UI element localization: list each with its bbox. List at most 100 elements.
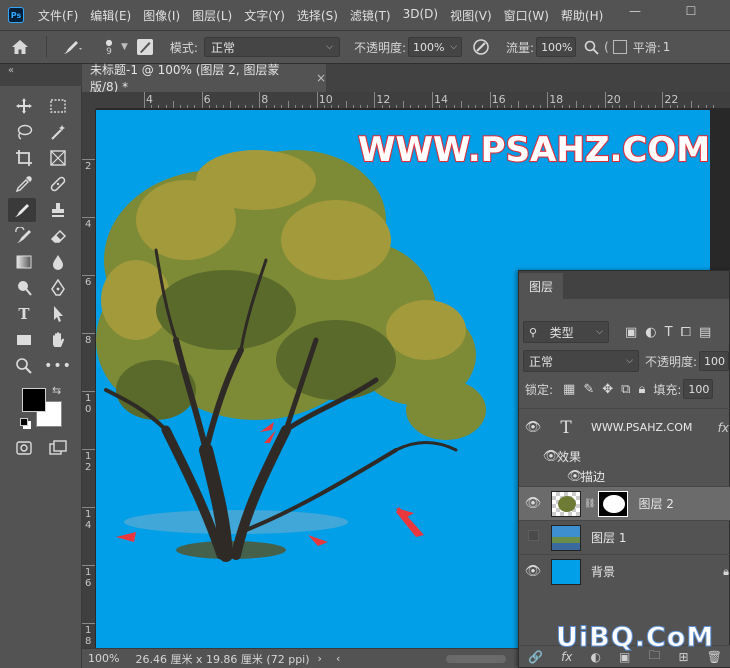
layer-filter-row: ⚲ 类型 ⌵ ▣ ◐ T ⧠ ▤ bbox=[523, 321, 730, 343]
opacity-field[interactable]: 100% ⌵ bbox=[408, 37, 463, 57]
magic-wand-icon[interactable] bbox=[44, 120, 72, 144]
visibility-toggle-empty[interactable] bbox=[519, 530, 547, 545]
visibility-eye-icon[interactable]: 👁︎ bbox=[519, 564, 547, 579]
mode-select[interactable]: 正常 ⌵ bbox=[203, 37, 340, 57]
menu-edit[interactable]: 编辑(E) bbox=[90, 7, 131, 24]
menu-file[interactable]: 文件(F) bbox=[38, 7, 78, 24]
layer-mask-thumbnail[interactable] bbox=[598, 490, 629, 517]
layer-row-background[interactable]: 👁︎ 背景 🔒︎ bbox=[519, 554, 730, 588]
menu-filter[interactable]: 滤镜(T) bbox=[350, 7, 391, 24]
healing-brush-icon[interactable] bbox=[44, 172, 72, 196]
blend-mode-select[interactable]: 正常 ⌵ bbox=[523, 350, 639, 372]
document-tab[interactable]: 未标题-1 @ 100% (图层 2, 图层蒙版/8) * × bbox=[82, 63, 326, 94]
filter-adjustment-icon[interactable]: ◐ bbox=[645, 325, 656, 340]
close-tab-icon[interactable]: × bbox=[316, 71, 326, 85]
hand-tool-icon[interactable] bbox=[44, 328, 72, 352]
layer-row-text[interactable]: 👁︎ T WWW.PSAHZ.COM fx bbox=[519, 408, 730, 446]
marquee-tool-icon[interactable] bbox=[44, 94, 72, 118]
menu-3d[interactable]: 3D(D) bbox=[403, 7, 438, 24]
layer-effect-stroke-row[interactable]: 👁︎ 描边 bbox=[519, 466, 730, 486]
ruler-label: 8 bbox=[85, 335, 92, 346]
menu-select[interactable]: 选择(S) bbox=[297, 7, 338, 24]
smoothing-box-icon[interactable] bbox=[612, 40, 627, 54]
fill-field[interactable]: 100 bbox=[683, 379, 714, 399]
quick-mask-icon[interactable] bbox=[10, 436, 38, 460]
mode-value: 正常 bbox=[210, 40, 235, 55]
maximize-button[interactable]: ☐ bbox=[676, 0, 706, 22]
rectangle-tool-icon[interactable] bbox=[10, 328, 38, 352]
filter-pixel-icon[interactable]: ▣ bbox=[625, 325, 637, 340]
menu-window[interactable]: 窗口(W) bbox=[504, 7, 549, 24]
flow-field[interactable]: 100% bbox=[536, 37, 577, 57]
horizontal-ruler[interactable]: 4 6 8 10 12 14 16 18 20 22 bbox=[96, 92, 730, 109]
tab-layers[interactable]: 图层 bbox=[519, 273, 564, 299]
filter-type-icon[interactable]: T bbox=[665, 325, 673, 340]
vertical-ruler[interactable]: 2 4 6 8 1 0 1 2 1 4 1 6 1 8 bbox=[82, 109, 96, 648]
layer-row-layer2[interactable]: 👁︎ ⛓ 图层 2 bbox=[519, 486, 730, 520]
zoom-level[interactable]: 100% bbox=[88, 652, 119, 665]
layer-effects-row[interactable]: 👁︎ 效果 bbox=[519, 446, 730, 466]
chevron-down-icon[interactable]: ▼ bbox=[121, 42, 128, 52]
ruler-minor-tick bbox=[460, 101, 462, 108]
blur-tool-icon[interactable] bbox=[44, 250, 72, 274]
pressure-opacity-icon[interactable] bbox=[466, 38, 496, 56]
layer-name: 图层 2 bbox=[638, 497, 674, 511]
history-brush-icon[interactable] bbox=[10, 224, 38, 248]
home-icon[interactable] bbox=[0, 39, 40, 55]
photoshop-logo[interactable]: Ps bbox=[8, 7, 24, 23]
clone-stamp-icon[interactable] bbox=[44, 198, 72, 222]
airbrush-icon[interactable]: ( bbox=[604, 40, 609, 54]
link-icon[interactable]: ⛓ bbox=[584, 499, 595, 509]
layer-filter-select[interactable]: ⚲ 类型 ⌵ bbox=[523, 321, 609, 343]
menu-type[interactable]: 文字(Y) bbox=[244, 7, 285, 24]
menu-layer[interactable]: 图层(L) bbox=[192, 7, 232, 24]
lasso-tool-icon[interactable] bbox=[10, 120, 38, 144]
link-layers-icon[interactable]: 🔗 bbox=[528, 650, 543, 664]
gradient-tool-icon[interactable] bbox=[10, 250, 38, 274]
type-tool-icon[interactable]: T bbox=[10, 302, 38, 326]
status-menu-arrow[interactable]: › bbox=[318, 652, 322, 665]
eraser-icon[interactable] bbox=[44, 224, 72, 248]
visibility-eye-icon[interactable]: 👁︎ bbox=[519, 496, 547, 511]
default-colors-icon[interactable] bbox=[20, 418, 28, 426]
foreground-color-swatch[interactable] bbox=[22, 388, 46, 412]
swap-colors-icon[interactable]: ⇆ bbox=[52, 384, 61, 397]
brush-settings-icon[interactable] bbox=[128, 38, 162, 56]
lock-pixels-icon[interactable]: ✎ bbox=[583, 382, 594, 397]
toolbar-collapse[interactable]: « bbox=[0, 64, 82, 86]
lock-label: 锁定: bbox=[525, 382, 554, 397]
menu-help[interactable]: 帮助(H) bbox=[561, 7, 603, 24]
layer-thumbnail bbox=[551, 558, 581, 585]
move-tool-icon[interactable] bbox=[10, 94, 38, 118]
frame-tool-icon[interactable] bbox=[44, 146, 72, 170]
scroll-left-icon[interactable]: ‹ bbox=[336, 652, 340, 665]
horizontal-scrollbar[interactable] bbox=[446, 655, 506, 663]
lock-artboard-icon[interactable]: ⧉ bbox=[621, 382, 630, 397]
dodge-tool-icon[interactable] bbox=[10, 276, 38, 300]
chevron-down-icon: ⌵ bbox=[596, 327, 603, 337]
lock-position-icon[interactable]: ✥ bbox=[602, 382, 613, 397]
search-icon[interactable] bbox=[580, 40, 602, 55]
filter-smart-object-icon[interactable]: ▤ bbox=[699, 325, 711, 340]
smoothing-value[interactable]: 1 bbox=[663, 40, 671, 54]
menu-image[interactable]: 图像(I) bbox=[143, 7, 180, 24]
brush-tool-icon[interactable] bbox=[8, 198, 36, 222]
menu-view[interactable]: 视图(V) bbox=[450, 7, 492, 24]
crop-tool-icon[interactable] bbox=[10, 146, 38, 170]
filter-shape-icon[interactable]: ⧠ bbox=[681, 325, 691, 340]
visibility-eye-icon[interactable]: 👁︎ bbox=[519, 420, 547, 435]
layer-row-layer1[interactable]: 图层 1 bbox=[519, 520, 730, 554]
pen-tool-icon[interactable] bbox=[44, 276, 72, 300]
options-bar: ● 9 ▼ 模式: 正常 ⌵ 不透明度: 100% ⌵ 流量: 100% ( 平… bbox=[0, 30, 730, 64]
fx-icon[interactable]: fx bbox=[718, 421, 729, 435]
minimize-button[interactable]: — bbox=[620, 0, 650, 22]
eyedropper-icon[interactable] bbox=[10, 172, 38, 196]
path-selection-icon[interactable] bbox=[44, 302, 72, 326]
lock-all-icon[interactable]: 🔒︎ bbox=[638, 382, 645, 397]
screen-mode-icon[interactable] bbox=[44, 436, 72, 460]
zoom-tool-icon[interactable] bbox=[10, 354, 38, 378]
layer-opacity-field[interactable]: 100 bbox=[699, 351, 730, 371]
lock-transparent-icon[interactable]: ▦ bbox=[563, 382, 575, 397]
brush-preset-icon[interactable] bbox=[53, 38, 91, 56]
more-tools-icon[interactable]: ••• bbox=[44, 354, 72, 378]
